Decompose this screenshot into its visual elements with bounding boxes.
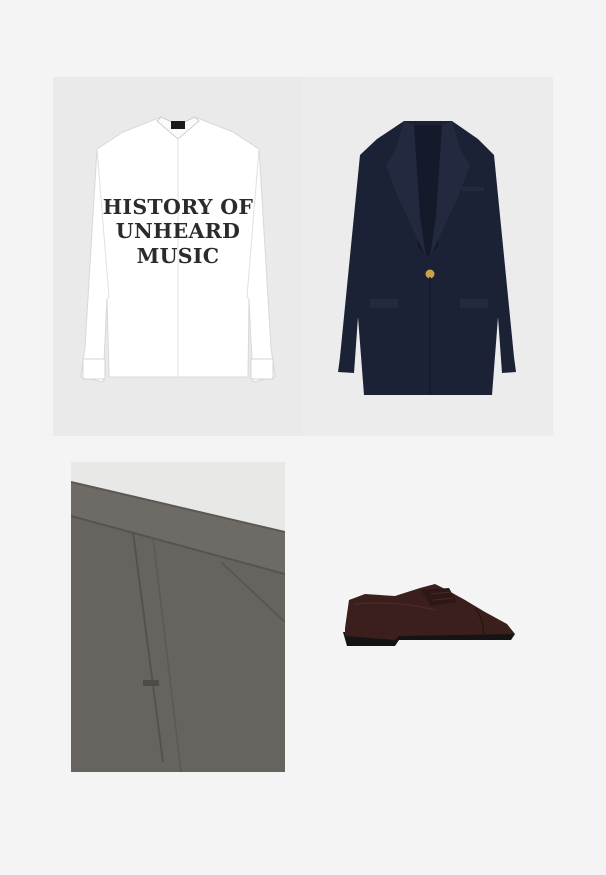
shirt-print-line-3: MUSIC [137,244,220,268]
shirt-print-line-1: HISTORY OF [103,195,254,219]
shirt-print-line-2: UNHEARD [116,219,240,243]
product-image-blazer[interactable] [302,77,553,436]
product-image-shirt[interactable]: HISTORY OF UNHEARD MUSIC [53,77,302,436]
product-image-trousers[interactable] [71,462,285,772]
trousers-illustration [71,462,285,772]
shirt-illustration: HISTORY OF UNHEARD MUSIC [80,116,276,383]
blazer-illustration [338,121,516,395]
product-image-shoe[interactable] [335,570,520,656]
shoe-illustration [343,584,515,646]
